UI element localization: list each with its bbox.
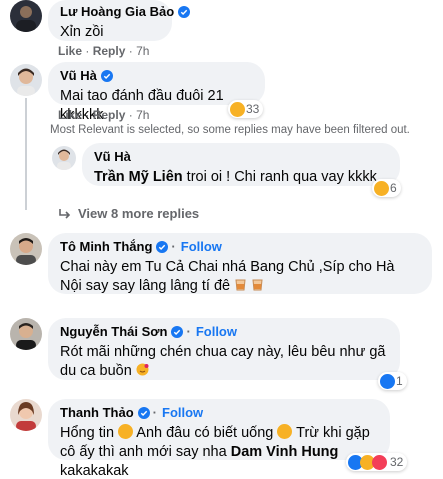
- comment-message: Chai này em Tu Cả Chai nhá Bang Chủ ,Síp…: [60, 259, 395, 294]
- timestamp[interactable]: 7h: [136, 108, 149, 122]
- follow-button[interactable]: Follow: [181, 239, 222, 254]
- separator: ·: [186, 324, 191, 339]
- avatar[interactable]: [10, 233, 42, 265]
- follow-button[interactable]: Follow: [162, 405, 203, 420]
- mention-link[interactable]: Dam Vinh Hung: [231, 444, 339, 460]
- separator: ·: [85, 108, 90, 122]
- timestamp[interactable]: 7h: [136, 44, 149, 58]
- comment-author: Lư Hoàng Gia Bảo: [60, 4, 191, 19]
- reaction-count: 33: [246, 102, 260, 116]
- reply-bubble: Vũ Hà Trần Mỹ Liên troi oi ! Chi ranh qu…: [82, 143, 400, 186]
- avatar[interactable]: [10, 0, 42, 32]
- comment-text: Rót mãi những chén chua cay này, lêu bêu…: [60, 343, 388, 381]
- tumbler-glass-icon: [235, 279, 246, 291]
- comment-bubble: Nguyễn Thái Sơn · Follow Rót mãi những c…: [48, 318, 400, 380]
- reply-button[interactable]: Reply: [93, 44, 126, 58]
- separator: ·: [85, 44, 90, 58]
- reply-arrow-icon: [59, 208, 71, 219]
- author-name[interactable]: Lư Hoàng Gia Bảo: [60, 4, 174, 19]
- reply-text: Trần Mỹ Liên troi oi ! Chi ranh qua vay …: [94, 168, 388, 187]
- reaction-summary[interactable]: 6: [372, 179, 401, 197]
- author-name[interactable]: Vũ Hà: [94, 149, 131, 164]
- heart-face-emoji-icon: [136, 363, 149, 376]
- thread-line: [25, 98, 27, 210]
- comment-message: Rót mãi những chén chua cay này, lêu bêu…: [60, 344, 386, 379]
- verified-badge-icon: [178, 5, 191, 18]
- comment-author: Tô Minh Thắng · Follow: [60, 239, 222, 254]
- comment-actions: Like · Reply · 7h: [58, 44, 149, 58]
- comment-bubble: Lư Hoàng Gia Bảo Xỉn zồi: [48, 0, 191, 41]
- comment-bubble: Vũ Hà Mai tao đánh đầu đuôi 21 kkkkkk: [48, 62, 265, 123]
- author-name[interactable]: Tô Minh Thắng: [60, 239, 152, 254]
- reply-button[interactable]: Reply: [93, 108, 126, 122]
- view-more-replies[interactable]: View 8 more replies: [58, 206, 199, 221]
- tumbler-glass-icon: [252, 279, 263, 291]
- author-name[interactable]: Nguyễn Thái Sơn: [60, 324, 167, 339]
- author-name[interactable]: Thanh Thảo: [60, 405, 134, 420]
- smile-emoji-icon: [118, 424, 134, 439]
- reply-message: troi oi ! Chi ranh qua vay kkkk: [186, 169, 377, 185]
- reaction-summary[interactable]: 32: [346, 453, 408, 471]
- smile-emoji-icon: [277, 424, 293, 439]
- separator: ·: [171, 239, 176, 254]
- like-reaction-icon: [380, 373, 395, 389]
- comment-bubble: Tô Minh Thắng · Follow Chai này em Tu Cả…: [48, 233, 432, 294]
- follow-button[interactable]: Follow: [196, 324, 237, 339]
- separator: ·: [152, 405, 158, 420]
- like-button[interactable]: Like: [58, 108, 82, 122]
- view-more-label: View 8 more replies: [78, 206, 200, 221]
- comment-text: Chai này em Tu Cả Chai nhá Bang Chủ ,Síp…: [60, 258, 420, 296]
- comment-author: Vũ Hà: [60, 68, 113, 83]
- comment-message-part: kakakakak: [60, 463, 129, 479]
- mention-link[interactable]: Trần Mỹ Liên: [94, 169, 183, 185]
- verified-badge-icon: [100, 69, 113, 82]
- filter-note: Most Relevant is selected, so some repli…: [50, 124, 410, 136]
- separator: ·: [128, 108, 133, 122]
- comment-message-part: Hổng tin: [60, 425, 115, 441]
- avatar[interactable]: [10, 399, 42, 431]
- comment-text: Xỉn zồi: [60, 24, 104, 40]
- separator: ·: [128, 44, 133, 58]
- verified-badge-icon: [156, 240, 169, 253]
- love-reaction-icon: [372, 454, 387, 470]
- haha-reaction-icon: [230, 101, 245, 117]
- reaction-count: 1: [396, 374, 403, 388]
- comment-actions: Like · Reply · 7h: [58, 108, 149, 122]
- verified-badge-icon: [137, 406, 150, 419]
- verified-badge-icon: [171, 325, 184, 338]
- comment-text: Hổng tin Anh đâu có biết uống Trừ khi gặ…: [60, 424, 378, 479]
- avatar[interactable]: [52, 146, 76, 170]
- comment-author: Thanh Thảo · Follow: [60, 405, 203, 420]
- avatar[interactable]: [10, 318, 42, 350]
- reaction-summary[interactable]: 1: [378, 372, 407, 390]
- reaction-count: 6: [390, 181, 397, 195]
- like-button[interactable]: Like: [58, 44, 82, 58]
- author-name[interactable]: Vũ Hà: [60, 68, 97, 83]
- reaction-count: 32: [390, 455, 404, 469]
- comment-bubble: Thanh Thảo · Follow Hổng tin Anh đâu có …: [48, 399, 390, 479]
- reply-author: Vũ Hà: [94, 149, 131, 164]
- reaction-summary[interactable]: 33: [228, 100, 264, 118]
- avatar[interactable]: [10, 64, 42, 96]
- comment-message-part: Anh đâu có biết uống: [136, 425, 274, 441]
- comment-author: Nguyễn Thái Sơn · Follow: [60, 324, 237, 339]
- haha-reaction-icon: [374, 180, 389, 196]
